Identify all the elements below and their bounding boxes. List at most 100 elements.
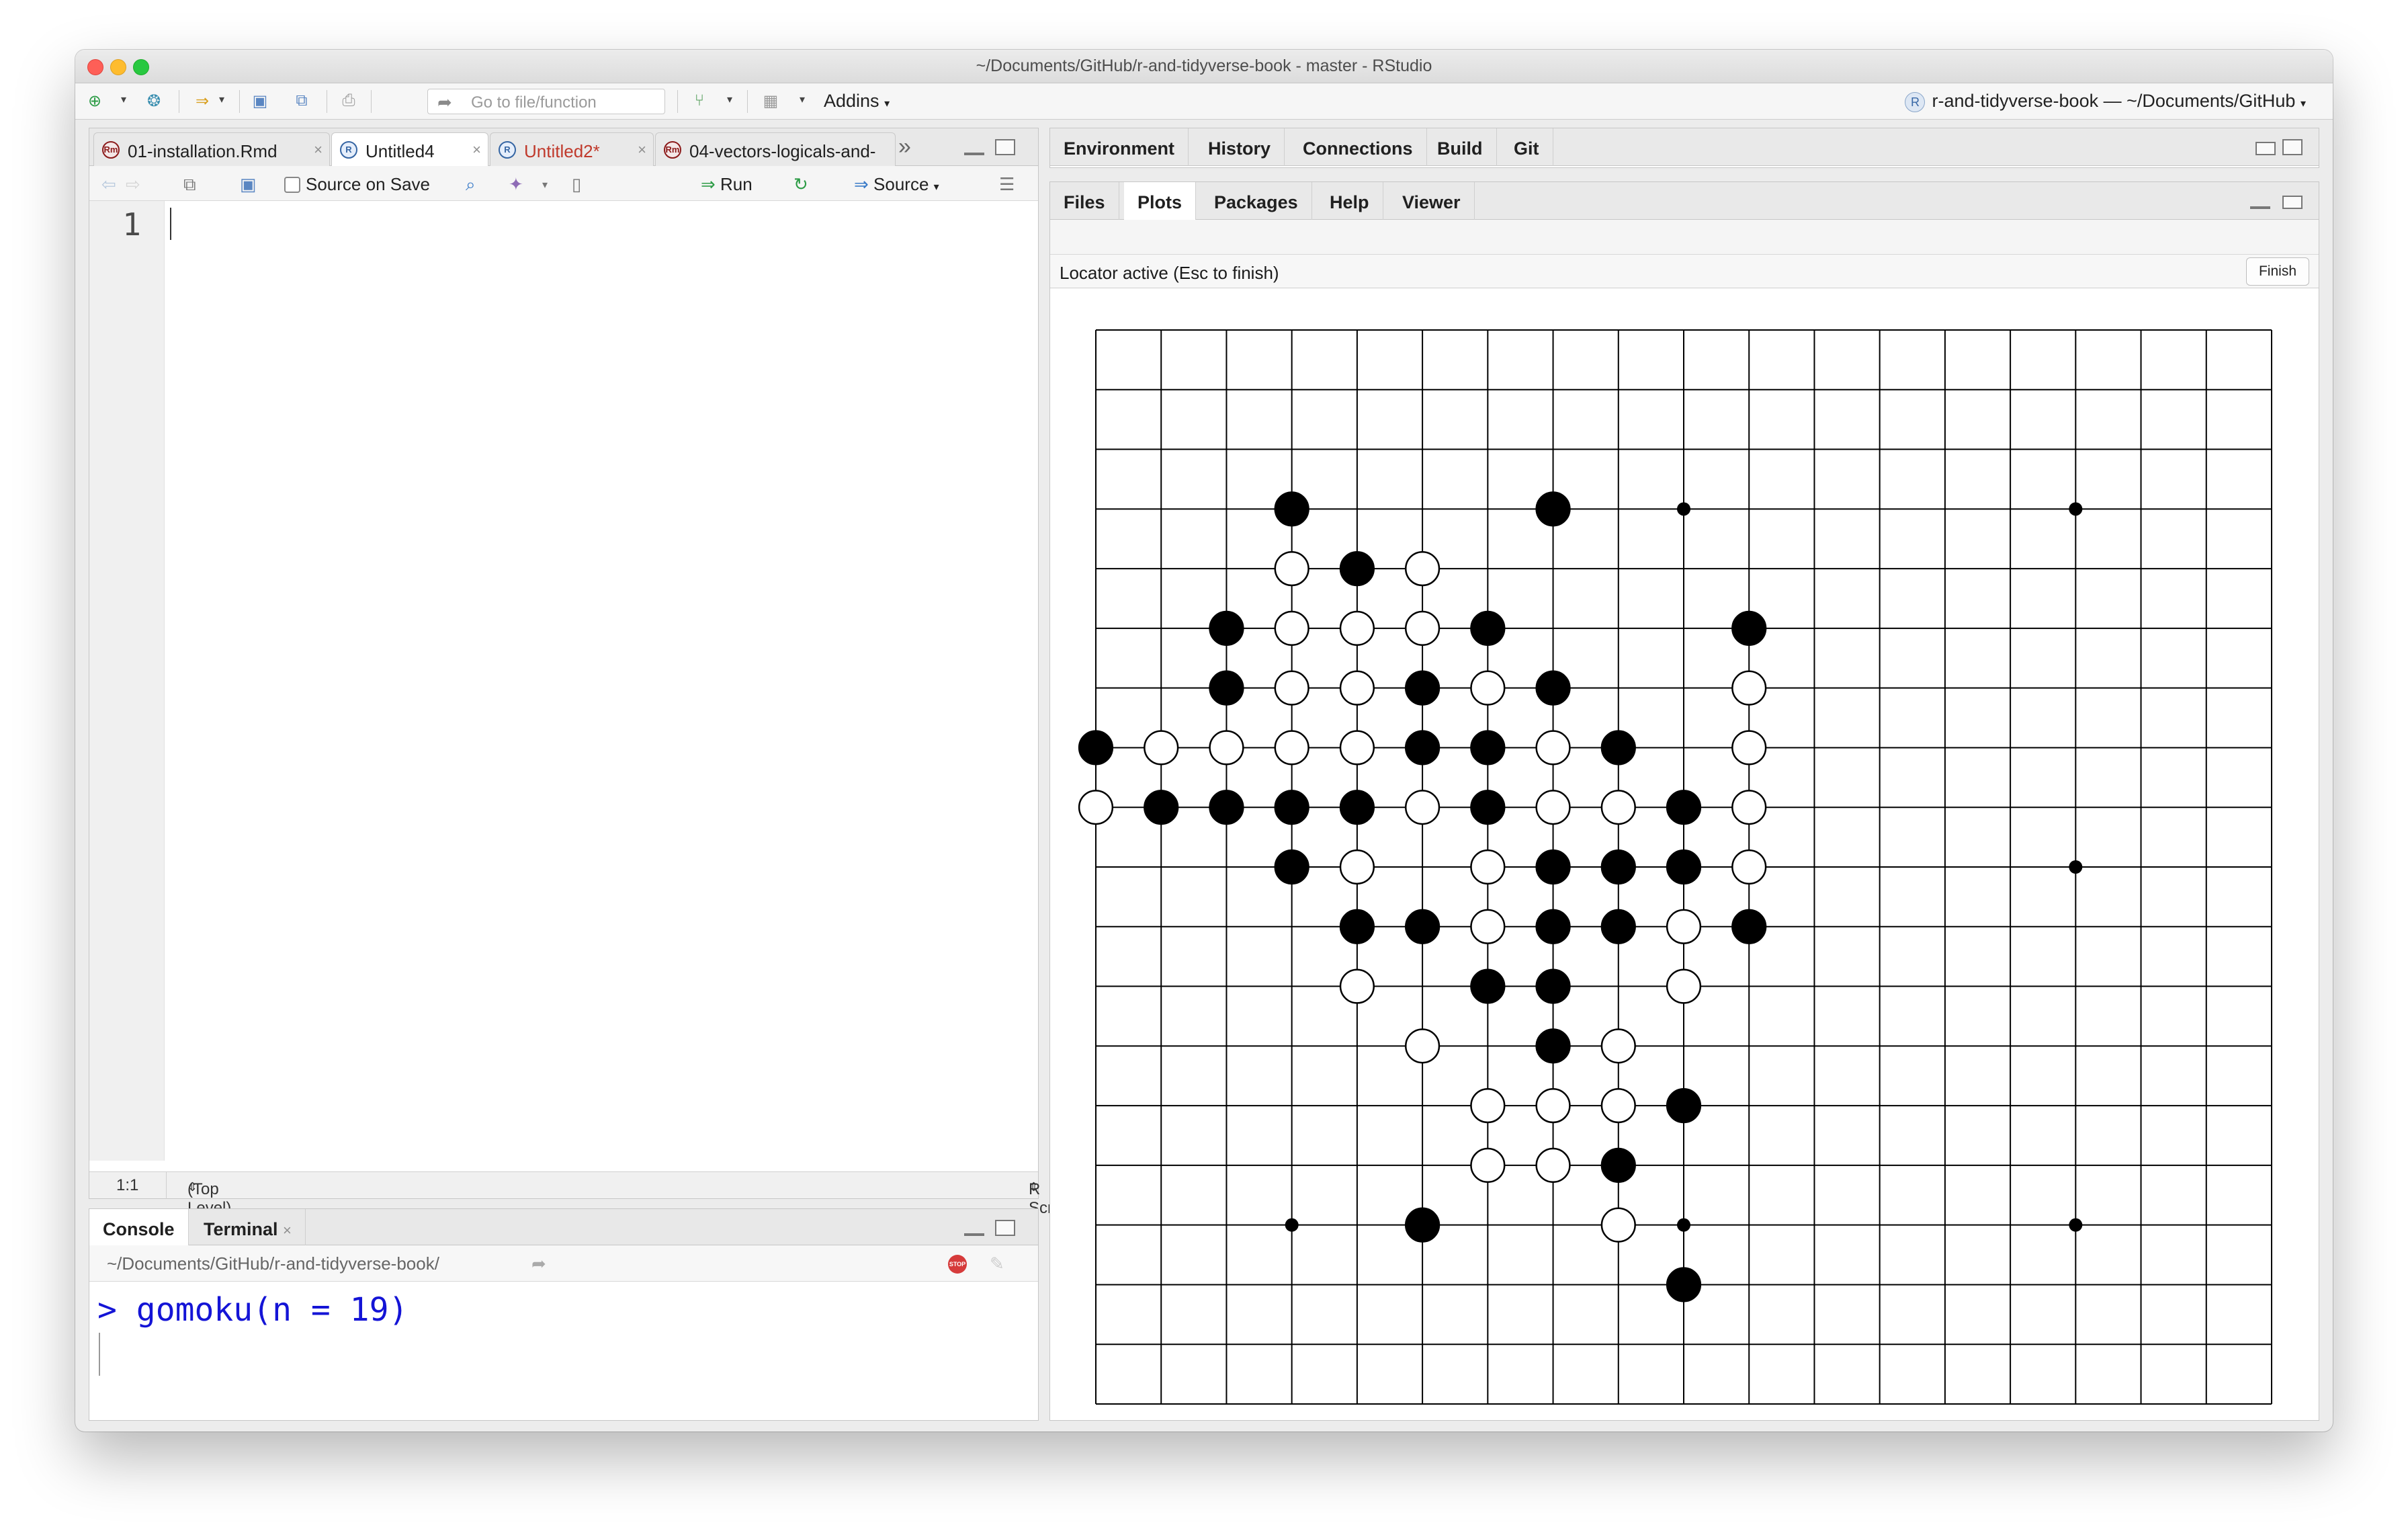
white-stone (1274, 730, 1309, 766)
maximize-pane-icon[interactable] (995, 1220, 1015, 1236)
up-down-icon: ⇕ (187, 1180, 198, 1194)
workspace-panes-icon[interactable]: ▦ (759, 90, 782, 112)
go-to-file-input[interactable]: ➦ Go to file/function (427, 89, 665, 114)
maximize-pane-icon[interactable] (995, 139, 1015, 155)
black-stone (1535, 491, 1571, 527)
tab-files[interactable]: Files (1050, 182, 1119, 220)
tab-terminal[interactable]: Terminal × (190, 1209, 306, 1245)
tab-untitled2[interactable]: R Untitled2* × (490, 132, 654, 166)
checkbox-icon (284, 177, 300, 193)
white-stone (1470, 909, 1506, 944)
tab-untitled4[interactable]: R Untitled4 × (331, 132, 488, 166)
tab-build[interactable]: Build (1424, 128, 1497, 166)
tab-plots[interactable]: Plots (1124, 182, 1197, 220)
tab-viewer[interactable]: Viewer (1389, 182, 1475, 220)
close-icon[interactable]: × (283, 1222, 292, 1239)
maximize-pane-icon[interactable] (2282, 139, 2303, 155)
source-on-save-checkbox[interactable]: Source on Save (284, 174, 430, 195)
tab-help[interactable]: Help (1316, 182, 1383, 220)
tab-environment[interactable]: Environment (1050, 128, 1189, 166)
minimize-pane-icon[interactable] (2250, 202, 2270, 209)
chevron-down-icon[interactable]: ▾ (121, 93, 126, 106)
chevron-down-icon[interactable]: ▾ (800, 93, 805, 106)
save-icon[interactable]: ▣ (240, 174, 257, 195)
stop-icon[interactable]: STOP (948, 1255, 967, 1274)
close-icon[interactable]: × (472, 141, 481, 159)
gomoku-board[interactable] (1050, 288, 2319, 1420)
finish-button[interactable]: Finish (2246, 257, 2309, 286)
tab-label: Untitled2* (524, 141, 600, 161)
chevron-down-icon[interactable]: ▾ (219, 93, 224, 106)
go-to-directory-icon[interactable]: ➦ (531, 1253, 546, 1274)
magic-wand-icon[interactable]: ✦ (509, 174, 523, 195)
white-stone (1339, 610, 1375, 646)
addins-menu[interactable]: Addins ▾ (824, 91, 890, 112)
black-stone (1470, 968, 1506, 1004)
tab-history[interactable]: History (1195, 128, 1285, 166)
rstudio-window: ~/Documents/GitHub/r-and-tidyverse-book … (75, 50, 2333, 1432)
tab-git[interactable]: Git (1500, 128, 1553, 166)
run-button[interactable]: ⇒ Run (701, 174, 752, 195)
black-stone (1405, 1207, 1440, 1243)
plot-area[interactable] (1050, 288, 2319, 1420)
white-stone (1731, 670, 1767, 706)
chevron-down-icon[interactable]: ▾ (727, 93, 732, 106)
project-menu[interactable]: Rr-and-tidyverse-book — ~/Documents/GitH… (1905, 91, 2306, 112)
code-editor[interactable] (166, 201, 1038, 1171)
new-file-icon[interactable]: ⊕ (83, 90, 106, 112)
tab-label: Untitled4 (366, 141, 435, 161)
rmd-file-icon: Rm (664, 141, 681, 159)
working-directory: ~/Documents/GitHub/r-and-tidyverse-book/ (107, 1253, 439, 1274)
git-icon[interactable]: ⑂ (688, 90, 711, 112)
chevron-down-icon: ▾ (933, 181, 939, 193)
white-stone (1339, 968, 1375, 1004)
source-button[interactable]: ⇒ Source ▾ (854, 174, 939, 195)
white-stone (1470, 1088, 1506, 1124)
black-stone (1535, 1028, 1571, 1064)
forward-arrow-icon[interactable]: ⇨ (126, 174, 140, 195)
chevron-down-icon[interactable]: ▾ (542, 178, 548, 192)
close-icon[interactable]: × (638, 141, 646, 159)
editor-tabstrip: Rm 01-installation.Rmd × R Untitled4 × R… (89, 128, 1038, 166)
document-outline-icon[interactable]: ☰ (999, 174, 1015, 195)
white-stone (1470, 670, 1506, 706)
restore-pane-icon[interactable] (2255, 142, 2276, 155)
tab-packages[interactable]: Packages (1201, 182, 1312, 220)
new-project-icon[interactable]: ❂ (142, 90, 165, 112)
tab-console[interactable]: Console (89, 1209, 189, 1245)
print-icon[interactable]: ⎙ (337, 90, 360, 112)
white-stone (1209, 730, 1244, 766)
white-stone (1144, 730, 1179, 766)
save-icon[interactable]: ▣ (249, 90, 271, 112)
tab-connections[interactable]: Connections (1289, 128, 1427, 166)
restore-pane-icon[interactable] (2282, 196, 2303, 209)
tab-overflow-icon[interactable]: » (898, 134, 911, 160)
white-stone (1339, 849, 1375, 885)
star-point (1285, 1218, 1299, 1232)
tab-01-installation[interactable]: Rm 01-installation.Rmd × (93, 132, 330, 166)
rerun-icon[interactable]: ↻ (793, 174, 808, 195)
minimize-pane-icon[interactable] (964, 1229, 984, 1236)
show-in-window-icon[interactable]: ⧉ (183, 174, 196, 196)
black-stone (1144, 790, 1179, 825)
star-point (2069, 860, 2083, 874)
black-stone (1535, 968, 1571, 1004)
tab-04-vectors[interactable]: Rm 04-vectors-logicals-and- (655, 132, 896, 166)
white-stone (1274, 551, 1309, 587)
compile-report-icon[interactable]: ▯ (572, 174, 581, 195)
console-output[interactable]: > gomoku(n = 19) (89, 1282, 1038, 1420)
close-icon[interactable]: × (314, 141, 322, 159)
open-file-icon[interactable]: ⇒ (191, 90, 214, 112)
white-stone (1600, 1207, 1636, 1243)
toolbar-divider (239, 90, 240, 113)
save-all-icon[interactable]: ⧉ (290, 90, 313, 112)
console-command: > gomoku(n = 19) (97, 1291, 408, 1329)
clear-console-icon[interactable]: ✎ (990, 1253, 1004, 1274)
minimize-pane-icon[interactable] (964, 149, 984, 155)
search-icon[interactable]: ⌕ (466, 174, 476, 196)
white-stone (1405, 1028, 1440, 1064)
black-stone (1274, 849, 1309, 885)
back-arrow-icon[interactable]: ⇦ (101, 174, 116, 195)
addins-label: Addins (824, 91, 879, 111)
black-stone (1274, 491, 1309, 527)
